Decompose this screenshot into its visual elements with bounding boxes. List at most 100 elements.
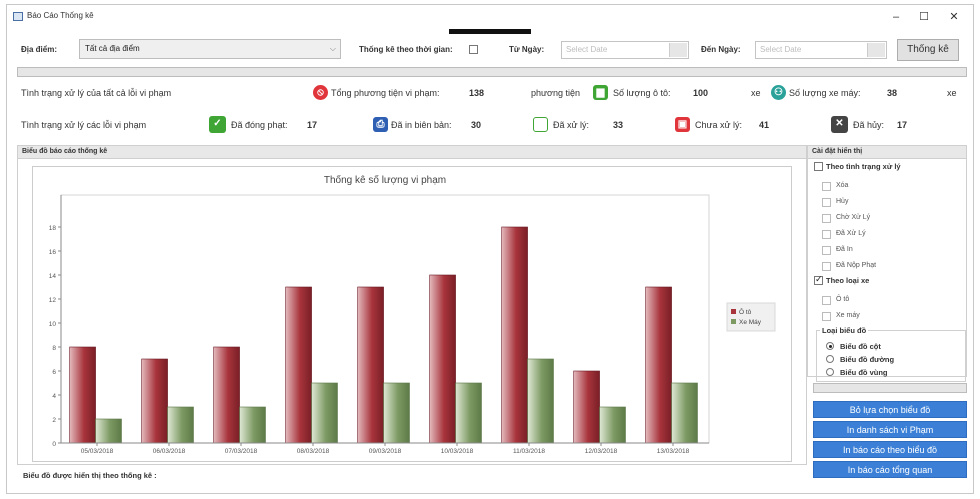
status-checkbox[interactable] [822, 182, 831, 191]
cars-label: Số lượng ô tô: [613, 88, 671, 98]
status-checkbox[interactable] [822, 230, 831, 239]
bar-car [285, 286, 312, 444]
time-stat-checkbox[interactable] [469, 45, 478, 54]
chart-type-radio[interactable] [826, 355, 834, 363]
bar-motorbike [527, 358, 554, 444]
total-unit: phương tiện [531, 88, 580, 98]
status-checkbox[interactable] [822, 214, 831, 223]
cancelled-label: Đã hủy: [853, 120, 885, 130]
from-date-placeholder: Select Date [566, 45, 608, 54]
motos-label: Số lượng xe máy: [789, 88, 861, 98]
summary-row-total: Tình trạng xử lý của tất cả lỗi vi phạm … [7, 85, 973, 105]
bar-car [645, 286, 672, 444]
chart-area[interactable]: Thống kê số lượng vi phạm 0 2 4 6 8 10 12 14 16 18… [32, 166, 792, 462]
location-value: Tất cả địa điểm [85, 44, 140, 53]
by-status-checkbox[interactable] [814, 162, 823, 171]
from-date-field[interactable]: Select Date [561, 41, 689, 59]
x-tick-label: 08/03/2018 [297, 448, 330, 455]
chart-type-radio[interactable] [826, 342, 834, 350]
calendar-icon[interactable] [867, 43, 885, 57]
from-date-label: Từ Ngày: [509, 45, 545, 54]
legend-label: Ô tô [739, 307, 752, 316]
location-select[interactable]: Tất cả địa điểm ⌵ [79, 39, 341, 59]
status-item: Hủy [836, 198, 849, 205]
total-label: Tổng phương tiện vi phạm: [331, 88, 440, 98]
bar-motorbike [599, 406, 626, 444]
unprocessed-label: Chưa xử lý: [695, 120, 743, 130]
cancel-x-icon: ✕ [831, 116, 848, 133]
to-date-label: Đến Ngày: [701, 45, 741, 54]
chart-title: Thống kê số lượng vi phạm [324, 174, 446, 186]
summary-row-status: Tình trạng xử lý các lỗi vi phạm ✓ Đã đó… [7, 116, 973, 137]
bar-chart: Thống kê số lượng vi phạm 0 2 4 6 8 10 12 14 16 18… [49, 174, 776, 455]
print-overview-button[interactable]: In báo cáo tổng quan [813, 461, 967, 478]
total-value: 138 [469, 88, 485, 98]
unprocessed-value: 41 [759, 120, 770, 130]
status-item: Đã Xử Lý [836, 230, 866, 237]
title-bar: Báo Cáo Thống kê – ☐ ✕ [7, 5, 973, 29]
processed-label: Đã xử lý: [553, 120, 590, 130]
vehicle-checkbox[interactable] [822, 312, 831, 321]
minimize-button[interactable]: – [883, 9, 909, 25]
app-icon [13, 12, 23, 21]
row1-label: Tình trạng xử lý của tất cả lỗi vi phạm [21, 88, 172, 98]
status-checkbox[interactable] [822, 198, 831, 207]
legend-swatch [731, 309, 736, 314]
status-item: Đã Nộp Phạt [836, 262, 877, 269]
chart-type-radio[interactable] [826, 368, 834, 376]
horizontal-scrollbar[interactable] [813, 383, 967, 393]
check-icon: ✓ [209, 116, 226, 133]
bar-car [141, 358, 168, 444]
row2-label: Tình trạng xử lý các lỗi vi phạm [21, 120, 147, 130]
legend-box [726, 302, 776, 332]
deselect-chart-button[interactable]: Bỏ lựa chọn biểu đồ [813, 401, 967, 418]
y-tick-label: 4 [52, 393, 56, 400]
y-tick-label: 16 [49, 249, 57, 256]
maximize-button[interactable]: ☐ [911, 9, 937, 25]
status-checkbox[interactable] [822, 262, 831, 271]
by-status-label: Theo tình trạng xử lý [826, 162, 901, 171]
car-icon: ▆ [593, 85, 608, 100]
printed-value: 30 [471, 120, 482, 130]
time-stat-label: Thống kê theo thời gian: [359, 45, 453, 54]
bar-car [573, 370, 600, 444]
processed-value: 33 [613, 120, 624, 130]
y-tick-label: 8 [52, 345, 56, 352]
print-list-button[interactable]: In danh sách vi Phạm [813, 421, 967, 438]
to-date-placeholder: Select Date [760, 45, 802, 54]
chart-type-option: Biểu đồ đường [840, 355, 895, 364]
by-vehicle-checkbox[interactable] [814, 274, 823, 285]
settings-header: Cài đặt hiển thị [808, 146, 966, 159]
clipboard-icon [533, 117, 548, 132]
x-tick-label: 11/03/2018 [513, 448, 545, 455]
bar-motorbike [167, 406, 194, 444]
printer-icon: ⎙ [373, 117, 388, 132]
x-tick-label: 06/03/2018 [153, 448, 186, 455]
chevron-down-icon: ⌵ [329, 44, 336, 53]
y-tick-label: 18 [49, 225, 57, 232]
chart-footer-label: Biểu đồ được hiển thị theo thống kê : [23, 471, 157, 480]
print-chart-report-button[interactable]: In báo cáo theo biểu đồ [813, 441, 967, 458]
progress-bar [17, 67, 967, 77]
to-date-field[interactable]: Select Date [755, 41, 887, 59]
bar-motorbike [455, 382, 482, 444]
status-checkbox[interactable] [822, 246, 831, 255]
x-tick-label: 09/03/2018 [369, 448, 402, 455]
chart-panel-header: Biểu đồ báo cáo thống kê [18, 146, 806, 159]
pending-icon: ▣ [675, 117, 690, 132]
chart-type-option: Biểu đồ vùng [840, 368, 888, 377]
vehicle-item: Xe máy [836, 312, 860, 319]
y-tick-label: 14 [49, 273, 57, 280]
calendar-icon[interactable] [669, 43, 687, 57]
statistics-button[interactable]: Thống kê [897, 39, 959, 61]
drag-handle[interactable] [449, 29, 531, 34]
bar-car [501, 226, 528, 444]
close-button[interactable]: ✕ [941, 9, 967, 25]
main-window: Báo Cáo Thống kê – ☐ ✕ Địa điểm: Tất cả … [6, 4, 974, 494]
bar-car [213, 346, 240, 444]
chart-type-label: Loại biểu đồ [820, 326, 869, 335]
vehicle-checkbox[interactable] [822, 296, 831, 305]
y-tick-label: 10 [49, 321, 57, 328]
cancelled-value: 17 [897, 120, 908, 130]
y-tick-label: 2 [52, 417, 56, 424]
